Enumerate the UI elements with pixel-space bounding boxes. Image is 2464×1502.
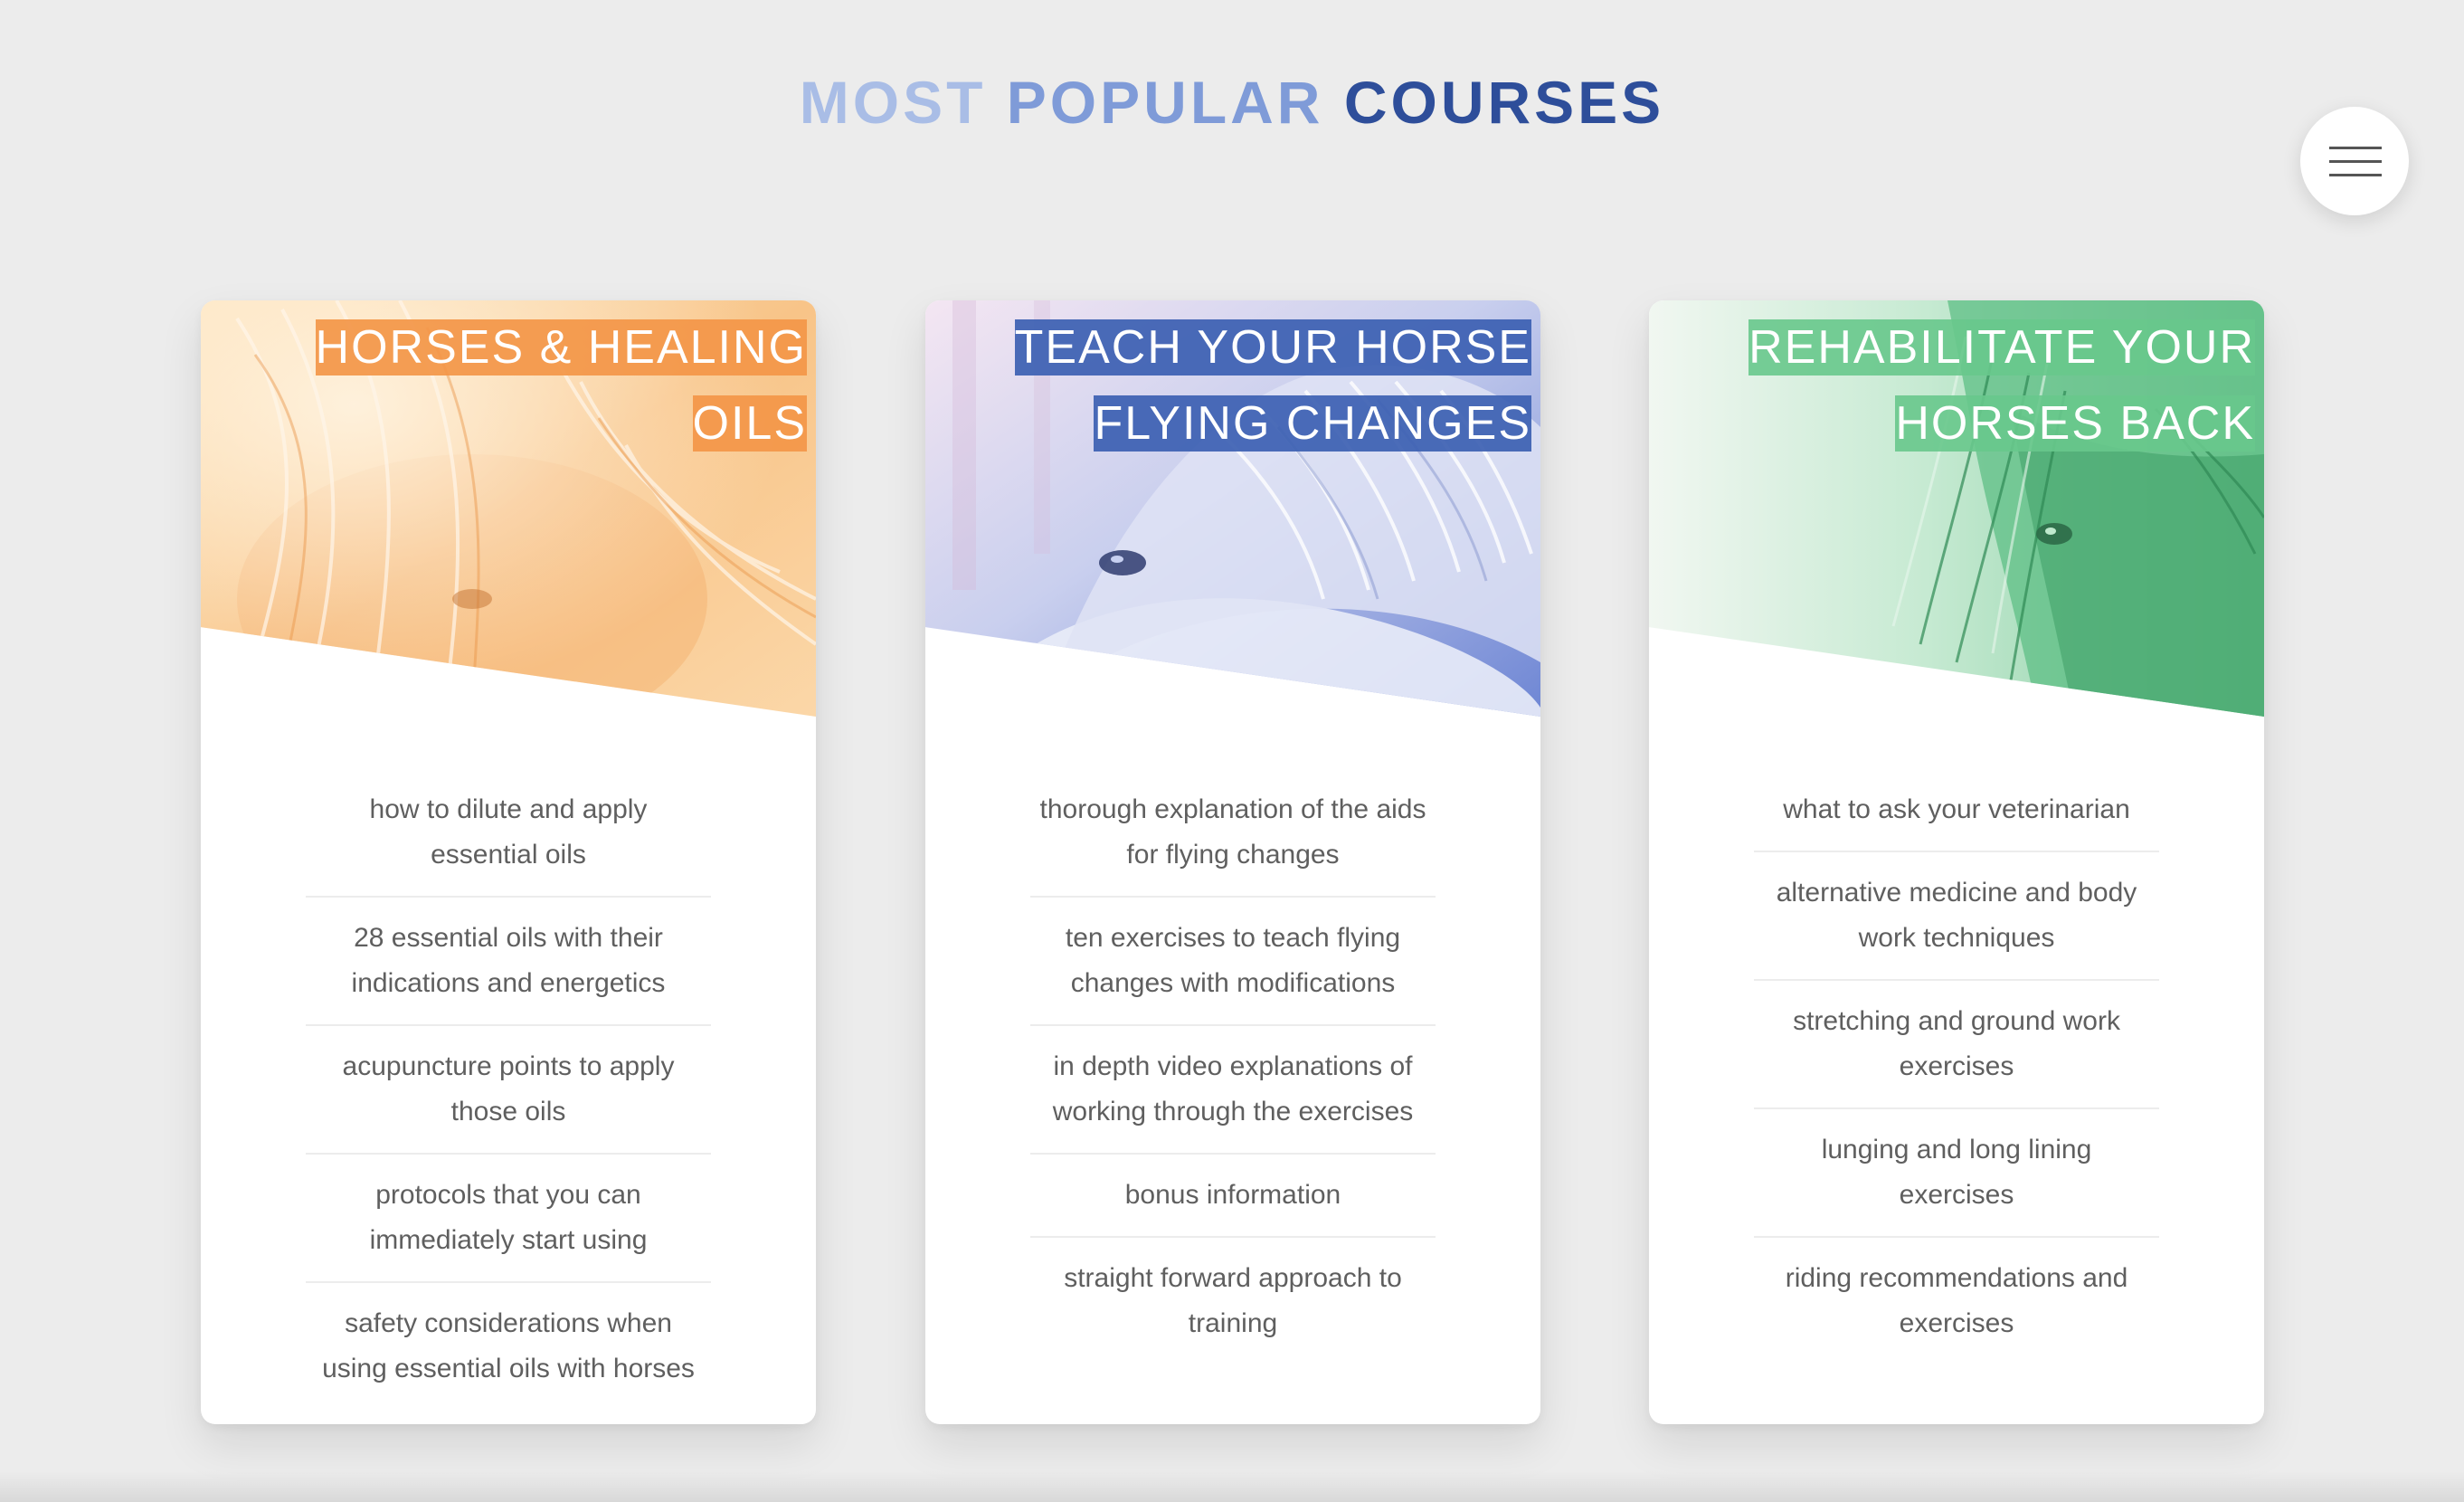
feature-list: how to dilute and apply essential oils 2…: [306, 787, 711, 1410]
feature-item: how to dilute and apply essential oils: [306, 787, 711, 898]
feature-item: protocols that you can immediately start…: [306, 1155, 711, 1283]
feature-item: bonus information: [1030, 1155, 1436, 1238]
bottom-shadow: [0, 1471, 2464, 1502]
feature-item: ten exercises to teach flying changes wi…: [1030, 898, 1436, 1026]
feature-item: lunging and long lining exercises: [1754, 1109, 2159, 1238]
course-title[interactable]: REHABILITATE YOUR HORSES BACK: [1676, 309, 2255, 461]
feature-item: 28 essential oils with their indications…: [306, 898, 711, 1026]
page-title-word-most: MOST: [799, 69, 987, 136]
feature-list: thorough explanation of the aids for fly…: [1030, 787, 1436, 1364]
page-title-word-courses: COURSES: [1343, 69, 1665, 136]
course-card-rehabilitate-back[interactable]: REHABILITATE YOUR HORSES BACK what to as…: [1649, 300, 2264, 1424]
feature-item: alternative medicine and body work techn…: [1754, 852, 2159, 981]
feature-item: safety considerations when using essenti…: [322, 1308, 695, 1383]
menu-button[interactable]: [2300, 107, 2409, 215]
feature-item: what to ask your veterinarian: [1754, 787, 2159, 852]
feature-item: stretching and ground work exercises: [1754, 981, 2159, 1109]
feature-list: what to ask your veterinarian alternativ…: [1754, 787, 2159, 1364]
course-title[interactable]: HORSES & HEALING OILS: [228, 309, 807, 461]
feature-item: straight forward approach to training: [1064, 1263, 1402, 1338]
feature-item: acupuncture points to apply those oils: [306, 1026, 711, 1155]
feature-item: in depth video explanations of working t…: [1030, 1026, 1436, 1155]
course-card-healing-oils[interactable]: HORSES & HEALING OILS how to dilute and …: [201, 300, 816, 1424]
course-card-flying-changes[interactable]: TEACH YOUR HORSE FLYING CHANGES thorough…: [925, 300, 1540, 1424]
feature-item: thorough explanation of the aids for fly…: [1030, 787, 1436, 898]
page-title-word-popular: POPULAR: [1006, 69, 1324, 136]
course-title[interactable]: TEACH YOUR HORSE FLYING CHANGES: [952, 309, 1531, 461]
page-title: MOST POPULAR COURSES: [0, 72, 2464, 132]
feature-item: riding recommendations and exercises: [1785, 1263, 2128, 1338]
